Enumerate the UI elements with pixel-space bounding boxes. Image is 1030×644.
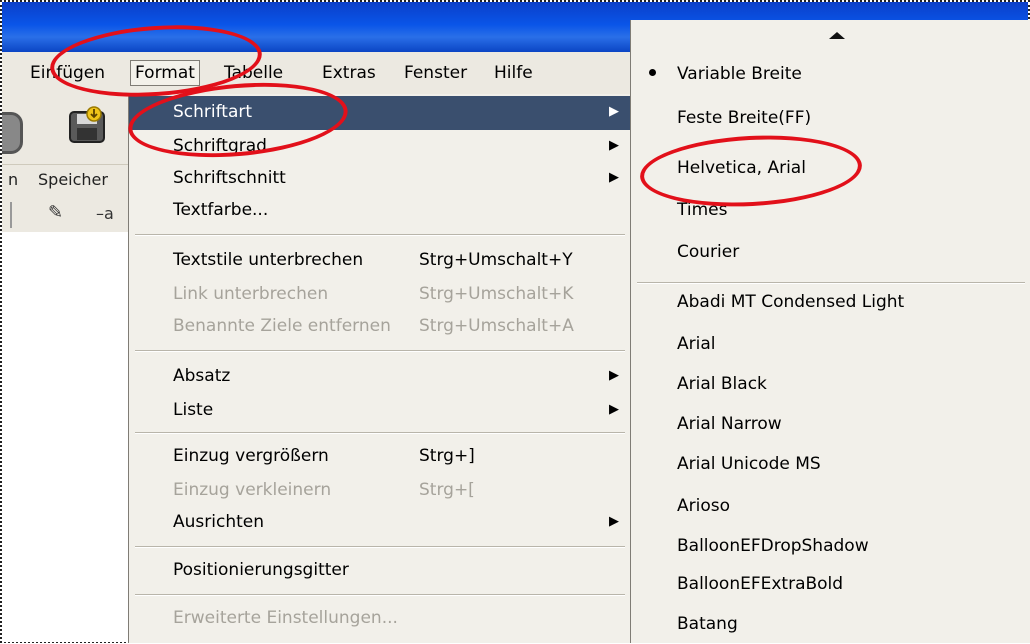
menu-item-ausrichten[interactable]: Ausrichten ▶ [129,506,631,540]
font-option-label: Courier [677,242,740,262]
menu-item-label: Link unterbrechen [173,284,329,304]
font-submenu: Variable Breite Feste Breite(FF) Helveti… [630,20,1030,643]
menu-item-liste[interactable]: Liste ▶ [129,394,631,428]
pencil-icon[interactable]: ✎ [48,202,63,223]
menu-item-link-unterbrechen: Link unterbrechen Strg+Umschalt+K [129,278,631,312]
submenu-arrow-icon: ▶ [609,138,619,153]
toolbar-grip [10,202,12,228]
font-option-feste-breite[interactable]: Feste Breite(FF) [631,102,1030,138]
font-option-label: Batang [677,614,738,634]
menu-hilfe[interactable]: Hilfe [492,61,535,85]
menu-item-label: Absatz [173,366,231,386]
format-toolbar: ✎ –a [2,198,130,232]
font-option-balloon-extrabold[interactable]: BalloonEFExtraBold [631,568,1030,604]
menu-item-label: Positionierungsgitter [173,560,349,580]
font-option-label: Arial [677,334,716,354]
menu-item-label: Benannte Ziele entfernen [173,316,391,336]
toolbar-icon-partial[interactable] [2,112,23,154]
submenu-arrow-icon: ▶ [609,368,619,383]
submenu-arrow-icon: ▶ [609,402,619,417]
menu-item-label: Textfarbe... [173,200,269,220]
menu-item-label: Einzug verkleinern [173,480,332,500]
menu-item-benannte-ziele-entfernen: Benannte Ziele entfernen Strg+Umschalt+A [129,310,631,344]
menu-separator [637,282,1025,284]
menu-item-label: Einzug vergrößern [173,446,329,466]
decrease-font-button[interactable]: –a [96,204,114,223]
menu-item-positionierungsgitter[interactable]: Positionierungsgitter [129,554,631,588]
menu-item-shortcut: Strg+Umschalt+K [419,284,574,304]
font-option-balloon-dropshadow[interactable]: BalloonEFDropShadow [631,530,1030,566]
font-option-courier[interactable]: Courier [631,236,1030,272]
font-option-arial-unicode-ms[interactable]: Arial Unicode MS [631,448,1030,484]
font-option-label: Arial Unicode MS [677,454,821,474]
toolbar [2,94,130,164]
save-icon[interactable] [68,106,108,146]
menu-item-label: Erweiterte Einstellungen... [173,608,398,628]
submenu-arrow-icon: ▶ [609,104,619,119]
font-option-label: Feste Breite(FF) [677,108,812,128]
submenu-arrow-icon: ▶ [609,514,619,529]
toolbar-label-save[interactable]: Speicher [38,170,108,189]
menu-item-einzug-verkleinern: Einzug verkleinern Strg+[ [129,474,631,508]
submenu-arrow-icon: ▶ [609,170,619,185]
menu-item-textstile-unterbrechen[interactable]: Textstile unterbrechen Strg+Umschalt+Y [129,244,631,278]
menu-item-shortcut: Strg+] [419,446,475,466]
menu-separator [135,546,625,548]
font-option-label: Abadi MT Condensed Light [677,292,905,312]
menu-separator [135,594,625,596]
font-option-label: BalloonEFDropShadow [677,536,869,556]
menu-item-shortcut: Strg+[ [419,480,475,500]
menu-separator [135,350,625,352]
menu-item-label: Schriftschnitt [173,168,286,188]
menu-item-label: Liste [173,400,214,420]
document-area[interactable] [2,232,130,642]
font-option-label: Variable Breite [677,64,802,84]
menu-item-label: Textstile unterbrechen [173,250,364,270]
font-option-batang[interactable]: Batang [631,608,1030,644]
font-option-arioso[interactable]: Arioso [631,490,1030,526]
format-menu: Schriftart ▶ Schriftgrad ▶ Schriftschnit… [128,94,631,643]
menu-item-absatz[interactable]: Absatz ▶ [129,360,631,394]
font-option-label: Arial Black [677,374,767,394]
scroll-up-icon[interactable] [829,32,845,39]
menu-separator [135,234,625,236]
menu-extras[interactable]: Extras [320,61,378,85]
font-option-arial[interactable]: Arial [631,328,1030,364]
menu-fenster[interactable]: Fenster [402,61,469,85]
radio-bullet-icon [649,69,656,76]
menu-item-label: Ausrichten [173,512,264,532]
toolbar-labels: n Speicher [2,164,130,199]
menu-item-shortcut: Strg+Umschalt+A [419,316,574,336]
font-option-abadi[interactable]: Abadi MT Condensed Light [631,286,1030,322]
font-option-arial-narrow[interactable]: Arial Narrow [631,408,1030,444]
menu-separator [135,432,625,434]
font-option-variable-breite[interactable]: Variable Breite [631,58,1030,94]
font-option-label: Arioso [677,496,731,516]
menu-item-erweiterte-einstellungen: Erweiterte Einstellungen... [129,602,631,636]
menu-item-schriftschnitt[interactable]: Schriftschnitt ▶ [129,162,631,196]
toolbar-label-partial: n [8,170,19,189]
menu-item-shortcut: Strg+Umschalt+Y [419,250,573,270]
menu-item-einzug-vergroessern[interactable]: Einzug vergrößern Strg+] [129,440,631,474]
font-option-label: BalloonEFExtraBold [677,574,844,594]
font-option-label: Arial Narrow [677,414,782,434]
font-option-arial-black[interactable]: Arial Black [631,368,1030,404]
menu-item-textfarbe[interactable]: Textfarbe... [129,194,631,228]
